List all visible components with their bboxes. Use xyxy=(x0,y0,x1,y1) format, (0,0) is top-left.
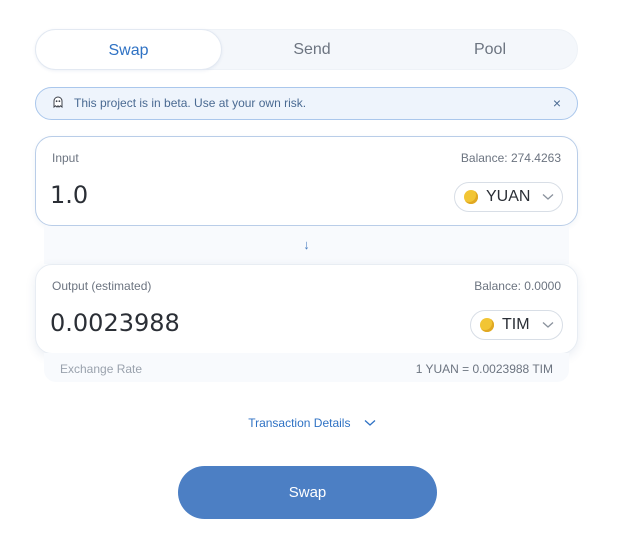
exchange-rate-row: Exchange Rate 1 YUAN = 0.0023988 TIM xyxy=(44,353,569,382)
beta-banner: This project is in beta. Use at your own… xyxy=(35,87,578,120)
transaction-details-label: Transaction Details xyxy=(248,416,351,430)
input-token-symbol: YUAN xyxy=(486,188,531,205)
input-balance: Balance: 274.4263 xyxy=(460,151,561,165)
tab-pool[interactable]: Pool xyxy=(401,29,579,70)
arrow-down-icon[interactable]: ↓ xyxy=(44,226,569,264)
token-emoji-icon xyxy=(480,318,494,332)
input-amount-field[interactable]: 1.0 xyxy=(50,181,88,209)
chevron-down-icon xyxy=(364,416,376,430)
input-token-selector[interactable]: YUAN xyxy=(454,182,563,212)
output-label: Output (estimated) xyxy=(52,279,152,293)
chevron-down-icon xyxy=(542,311,554,339)
output-balance: Balance: 0.0000 xyxy=(474,279,561,293)
input-panel: Input Balance: 274.4263 1.0 YUAN xyxy=(35,136,578,226)
output-token-selector[interactable]: TIM xyxy=(470,310,563,340)
close-icon[interactable]: × xyxy=(553,88,561,119)
chevron-down-icon xyxy=(542,183,554,211)
transaction-details-toggle[interactable]: Transaction Details xyxy=(0,416,624,430)
output-amount-field[interactable]: 0.0023988 xyxy=(50,309,180,337)
output-panel: Output (estimated) Balance: 0.0000 0.002… xyxy=(35,264,578,354)
exchange-rate-value: 1 YUAN = 0.0023988 TIM xyxy=(415,362,553,376)
tab-send[interactable]: Send xyxy=(223,29,401,70)
beta-banner-message: This project is in beta. Use at your own… xyxy=(74,96,307,110)
output-token-symbol: TIM xyxy=(502,316,530,333)
exchange-rate-label: Exchange Rate xyxy=(60,362,143,376)
swap-button[interactable]: Swap xyxy=(178,466,437,519)
token-emoji-icon xyxy=(464,190,478,204)
ghost-icon xyxy=(52,96,64,109)
tab-swap[interactable]: Swap xyxy=(35,29,222,70)
swap-direction-strip: ↓ xyxy=(44,226,569,264)
input-label: Input xyxy=(52,151,79,165)
tab-bar: Swap Send Pool xyxy=(35,29,578,70)
